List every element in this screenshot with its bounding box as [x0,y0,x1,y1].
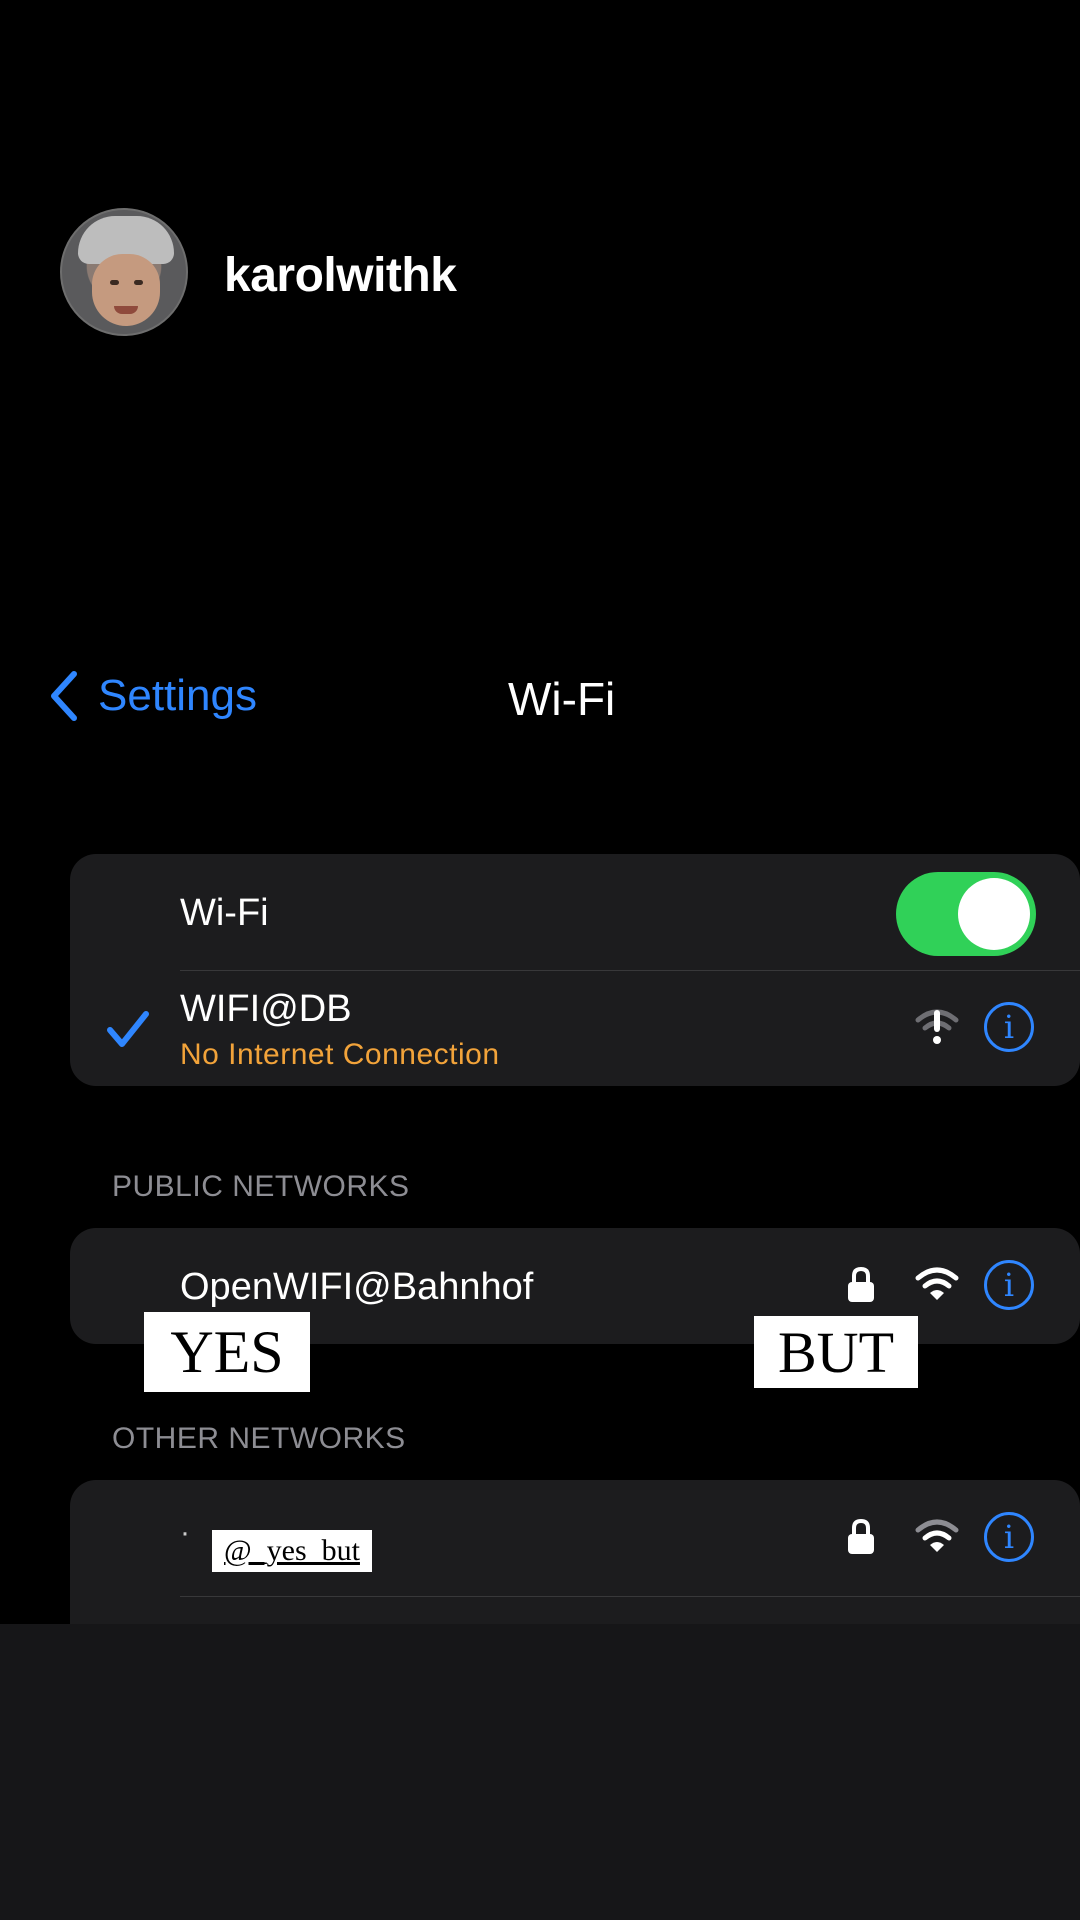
yes-sticker: YES [144,1312,310,1392]
network-name: OpenWIFI@Bahnhof [180,1266,534,1308]
info-button[interactable]: i [984,1002,1034,1052]
wifi-settings-screen: Settings Wi-Fi Wi-Fi WIFI@DB No Internet… [26,640,1080,1624]
wifi-group: Wi-Fi WIFI@DB No Internet Connection i [70,854,1080,1086]
section-header-public: PUBLIC NETWORKS [112,1170,410,1203]
bottom-area [0,1624,1080,1920]
left-eye [110,280,119,285]
wifi-warning-icon [915,1009,959,1044]
connected-network-row[interactable]: WIFI@DB No Internet Connection i [70,970,1080,1086]
wifi-signal-icon [915,1267,959,1300]
info-button[interactable]: i [984,1512,1034,1562]
checkmark-icon [107,1011,149,1047]
handle-sticker[interactable]: @_yes_but [212,1530,372,1572]
wifi-toggle[interactable] [896,872,1036,956]
username[interactable]: karolwithk [224,248,457,303]
face [92,254,160,326]
lock-icon [848,1266,874,1302]
divider [180,1596,1080,1597]
but-sticker: BUT [754,1316,918,1388]
right-eye [134,280,143,285]
toggle-knob [958,878,1030,950]
back-label: Settings [98,671,257,720]
connection-status: No Internet Connection [180,1038,500,1071]
connected-network-name: WIFI@DB [180,988,352,1030]
wifi-toggle-row: Wi-Fi [70,854,1080,970]
section-header-other: OTHER NETWORKS [112,1422,406,1455]
avatar[interactable] [60,208,188,336]
page-title: Wi-Fi [508,673,616,725]
wifi-toggle-label: Wi-Fi [180,892,269,934]
wifi-signal-icon [915,1519,959,1552]
navigation-bar: Settings Wi-Fi [26,640,1080,750]
network-name: · [180,1516,190,1549]
back-button[interactable]: Settings [48,670,257,722]
chevron-left-icon [51,671,77,721]
info-button[interactable]: i [984,1260,1034,1310]
lock-icon [848,1518,874,1554]
story-header: karolwithk [0,0,1080,640]
